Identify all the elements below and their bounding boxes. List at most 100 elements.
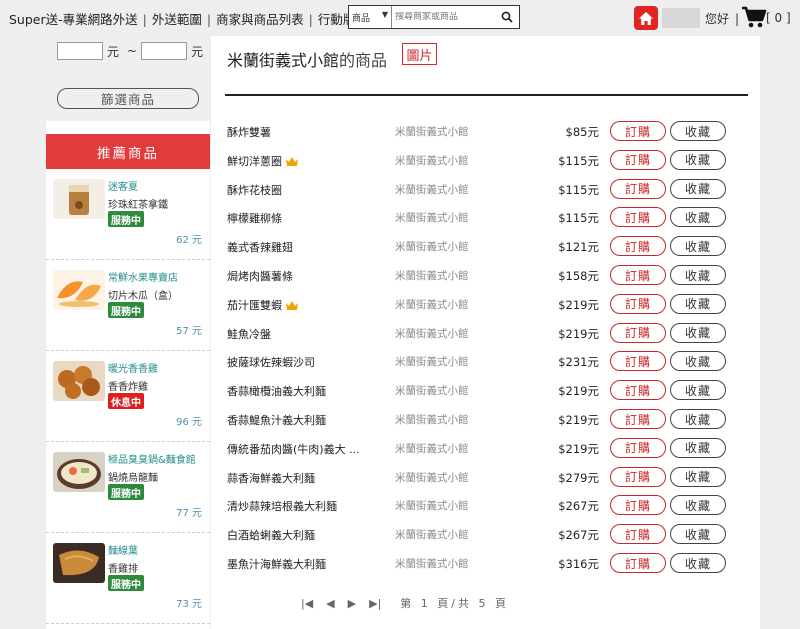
order-button[interactable]: 訂購 bbox=[610, 149, 666, 170]
favorite-button[interactable]: 收藏 bbox=[670, 322, 726, 343]
product-name[interactable]: 義式香辣雞翅 bbox=[227, 239, 293, 255]
order-button[interactable]: 訂購 bbox=[610, 293, 666, 314]
order-button[interactable]: 訂購 bbox=[610, 437, 666, 458]
favorite-button[interactable]: 收藏 bbox=[670, 207, 726, 228]
search-category-select[interactable]: 商品 ▼ bbox=[349, 6, 392, 28]
crown-icon bbox=[285, 156, 299, 170]
crown-icon bbox=[285, 300, 299, 314]
product-name[interactable]: 傳統番茄肉醬(牛肉)義大 ... bbox=[227, 441, 360, 457]
store-status-badge: 休息中 bbox=[108, 393, 144, 409]
order-button[interactable]: 訂購 bbox=[610, 466, 666, 487]
cart-icon[interactable] bbox=[741, 5, 767, 33]
drink-image[interactable] bbox=[53, 179, 105, 219]
filter-products-button[interactable]: 篩選商品 bbox=[57, 88, 199, 109]
max-price-input[interactable] bbox=[141, 42, 188, 60]
price-range-separator: ~ bbox=[127, 44, 138, 58]
product-name[interactable]: 墨魚汁海鮮義大利麵 bbox=[227, 556, 326, 572]
recommended-store-card[interactable]: 麵線葉 香雞排 服務中 73 元 bbox=[46, 533, 210, 624]
order-button[interactable]: 訂購 bbox=[610, 524, 666, 545]
product-name[interactable]: 香蒜鯷魚汁義大利麵 bbox=[227, 412, 326, 428]
favorite-button[interactable]: 收藏 bbox=[670, 553, 726, 573]
favorite-button[interactable]: 收藏 bbox=[670, 265, 726, 285]
product-name[interactable]: 披薩球佐辣蝦沙司 bbox=[227, 354, 315, 370]
price-range-row: 元 ~ 元 bbox=[57, 42, 207, 60]
recommended-store-card[interactable]: 極品臭臭鍋&麵食館 鍋燒烏龍麵 服務中 77 元 bbox=[46, 442, 210, 533]
product-name[interactable]: 香蒜橄欖油義大利麵 bbox=[227, 383, 326, 399]
search-input[interactable] bbox=[392, 12, 497, 22]
order-button[interactable]: 訂購 bbox=[610, 236, 666, 257]
product-name[interactable]: 檸檬雞柳條 bbox=[227, 210, 282, 226]
favorite-button[interactable]: 收藏 bbox=[670, 236, 726, 257]
order-button[interactable]: 訂購 bbox=[610, 380, 666, 401]
prev-page-button[interactable]: ◀ bbox=[326, 597, 334, 610]
product-name[interactable]: 酥炸花枝圈 bbox=[227, 182, 282, 198]
chicken-chop-image[interactable] bbox=[53, 543, 105, 583]
product-name[interactable]: 鮮切洋蔥圈 bbox=[227, 153, 299, 170]
order-button[interactable]: 訂購 bbox=[610, 351, 666, 372]
recommended-store-card[interactable]: 常鮮水果專賣店 切片木瓜（盒） 服務中 57 元 bbox=[46, 260, 210, 351]
product-shop-name: 米蘭街義式小館 bbox=[395, 327, 469, 340]
favorite-button[interactable]: 收藏 bbox=[670, 495, 726, 516]
fried-chicken-image[interactable] bbox=[53, 361, 105, 401]
cart-count[interactable]: [ 0 ] bbox=[766, 11, 791, 25]
favorite-button[interactable]: 收藏 bbox=[670, 524, 726, 545]
order-button[interactable]: 訂購 bbox=[610, 322, 666, 343]
favorite-button[interactable]: 收藏 bbox=[670, 178, 726, 199]
next-page-button[interactable]: ▶ bbox=[348, 597, 356, 610]
store-featured-item: 香雞排 bbox=[108, 564, 138, 575]
search-icon[interactable] bbox=[497, 6, 517, 28]
favorite-button[interactable]: 收藏 bbox=[670, 149, 726, 170]
udon-image[interactable] bbox=[53, 452, 105, 492]
first-page-button[interactable]: |◀ bbox=[301, 597, 313, 610]
store-name[interactable]: 麵線葉 bbox=[108, 542, 138, 557]
page-title: 米蘭街義式小館的商品 bbox=[227, 47, 387, 71]
home-icon[interactable] bbox=[634, 6, 658, 30]
order-button[interactable]: 訂購 bbox=[610, 265, 666, 285]
product-name[interactable]: 鮭魚冷盤 bbox=[227, 326, 271, 342]
favorite-button[interactable]: 收藏 bbox=[670, 380, 726, 401]
product-name[interactable]: 焗烤肉醬薯條 bbox=[227, 268, 293, 284]
nav-link-delivery-area[interactable]: 外送範圍 bbox=[152, 12, 202, 27]
order-button[interactable]: 訂購 bbox=[610, 553, 666, 573]
recommended-store-card[interactable]: 暖光香香雞 香香炸雞 休息中 96 元 bbox=[46, 351, 210, 442]
product-name[interactable]: 清炒蒜辣培根義大利麵 bbox=[227, 498, 337, 514]
papaya-image[interactable] bbox=[53, 270, 105, 310]
order-button[interactable]: 訂購 bbox=[610, 121, 666, 141]
order-button[interactable]: 訂購 bbox=[610, 495, 666, 516]
greeting-text: 您好 | bbox=[705, 12, 740, 26]
favorite-button[interactable]: 收藏 bbox=[670, 437, 726, 458]
favorite-button[interactable]: 收藏 bbox=[670, 351, 726, 372]
picture-view-button[interactable]: 圖片 bbox=[402, 43, 437, 65]
delivery-fee: 96 元 bbox=[176, 417, 202, 428]
min-price-input[interactable] bbox=[57, 42, 103, 60]
order-button[interactable]: 訂購 bbox=[610, 409, 666, 429]
product-shop-name: 米蘭街義式小館 bbox=[395, 356, 469, 369]
product-shop-name: 米蘭街義式小館 bbox=[395, 471, 469, 484]
product-name[interactable]: 酥炸雙薯 bbox=[227, 124, 271, 140]
store-name[interactable]: 迷客夏 bbox=[108, 178, 138, 193]
product-price: $115元 bbox=[558, 211, 599, 226]
nav-link-home[interactable]: Super送-專業網路外送 bbox=[9, 12, 138, 27]
nav-link-store-list[interactable]: 商家與商品列表 bbox=[216, 12, 304, 27]
product-price: $279元 bbox=[558, 470, 599, 485]
product-price: $316元 bbox=[558, 557, 599, 571]
favorite-button[interactable]: 收藏 bbox=[670, 409, 726, 429]
store-name[interactable]: 極品臭臭鍋&麵食館 bbox=[108, 451, 196, 466]
product-shop-name: 米蘭街義式小館 bbox=[395, 212, 469, 225]
product-price: $267元 bbox=[558, 528, 599, 543]
order-button[interactable]: 訂購 bbox=[610, 207, 666, 228]
order-button[interactable]: 訂購 bbox=[610, 178, 666, 199]
recommended-store-card[interactable]: 迷客夏 珍珠紅茶拿鐵 服務中 62 元 bbox=[46, 169, 210, 260]
product-name[interactable]: 蒜香海鮮義大利麵 bbox=[227, 470, 315, 486]
store-name[interactable]: 常鮮水果專賣店 bbox=[108, 269, 178, 284]
product-name[interactable]: 茄汁匯雙蝦 bbox=[227, 297, 299, 314]
nav-separator: | bbox=[142, 12, 147, 27]
last-page-button[interactable]: ▶| bbox=[369, 597, 381, 610]
favorite-button[interactable]: 收藏 bbox=[670, 466, 726, 487]
favorite-button[interactable]: 收藏 bbox=[670, 293, 726, 314]
sidebar: 元 ~ 元 篩選商品 推薦商品 迷客夏 珍珠紅茶拿鐵 服務中 62 元常鮮水果專賣店切… bbox=[46, 36, 210, 629]
product-price: $115元 bbox=[558, 153, 599, 168]
store-name[interactable]: 暖光香香雞 bbox=[108, 360, 158, 375]
favorite-button[interactable]: 收藏 bbox=[670, 121, 726, 141]
product-name[interactable]: 白酒蛤蜊義大利麵 bbox=[227, 527, 315, 543]
